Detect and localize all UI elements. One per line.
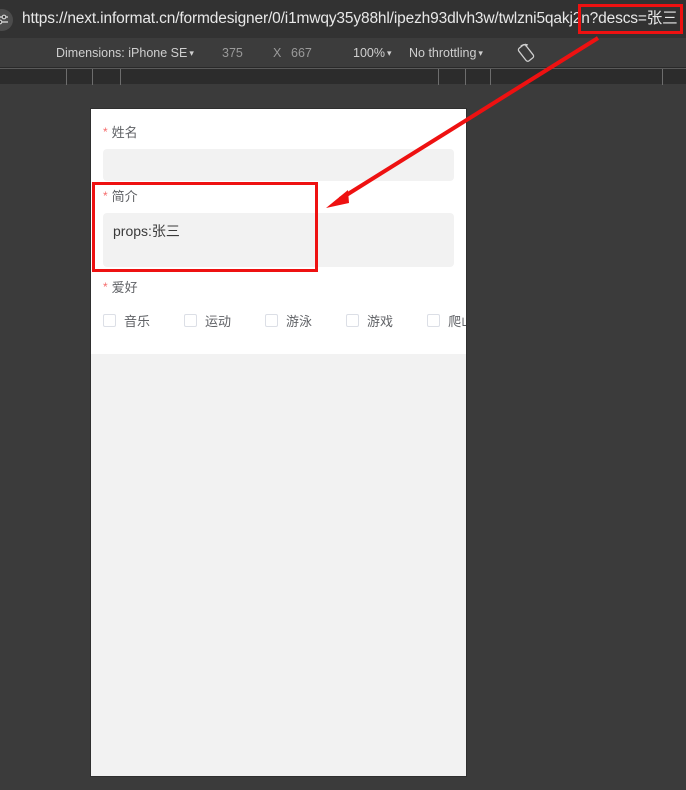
zoom-select[interactable]: 100% ▾ (353, 38, 392, 68)
device-emulation-toolbar: Dimensions: iPhone SE ▾ 375 X 667 100% ▾ N… (0, 38, 686, 68)
dimension-separator: X (273, 46, 282, 60)
zoom-value: 100% (353, 46, 385, 60)
checkbox-label: 运动 (205, 314, 232, 329)
checkbox-label: 音乐 (124, 314, 151, 329)
chevron-down-icon: ▾ (189, 48, 194, 58)
screenshot-root: https://next.informat.cn/formdesigner/0/… (0, 0, 686, 790)
required-asterisk: * (103, 280, 108, 294)
device-viewport: *姓名 *简介 *爱好 音乐 (91, 109, 466, 776)
checkbox-item-games[interactable]: 游戏 (346, 311, 393, 330)
form-field-name: * 姓名 (103, 119, 454, 181)
checkbox-label: 游戏 (367, 314, 394, 329)
url-text[interactable]: https://next.informat.cn/formdesigner/0/… (22, 0, 678, 38)
field-label-text: 姓名 (111, 125, 138, 140)
page-settings-icon[interactable] (0, 9, 13, 31)
ruler-tick (120, 69, 121, 85)
checkbox-box-icon[interactable] (427, 314, 441, 327)
rotate-device-icon[interactable] (515, 42, 537, 64)
form-field-hobby: * 爱好 音乐 运动 游泳 游戏 爬 (103, 274, 466, 340)
checkbox-item-hiking[interactable]: 爬山 (427, 311, 466, 330)
ruler-tick (662, 69, 663, 85)
name-input[interactable] (103, 149, 454, 181)
form-panel: *姓名 *简介 *爱好 音乐 (91, 109, 466, 354)
checkbox-label: 爬山 (448, 314, 466, 329)
ruler-tick (92, 69, 93, 85)
checkbox-box-icon[interactable] (346, 314, 360, 327)
required-asterisk: * (103, 125, 108, 139)
throttling-select[interactable]: No throttling ▾ (409, 38, 483, 68)
checkbox-item-swimming[interactable]: 游泳 (265, 311, 312, 330)
checkbox-box-icon[interactable] (184, 314, 198, 327)
form-field-desc: * 简介 (103, 183, 454, 272)
device-dimensions-label: Dimensions: iPhone SE (56, 46, 188, 60)
required-asterisk: * (103, 189, 108, 203)
checkbox-box-icon[interactable] (103, 314, 116, 327)
ruler-tick (490, 69, 491, 85)
field-label-name: * 姓名 (103, 119, 454, 149)
ruler-tick (66, 69, 67, 85)
checkbox-item-music[interactable]: 音乐 (103, 311, 150, 330)
checkbox-box-icon[interactable] (265, 314, 279, 327)
ruler-tick (438, 69, 439, 85)
checkbox-item-sports[interactable]: 运动 (184, 311, 231, 330)
chevron-down-icon: ▾ (478, 48, 483, 58)
device-width-input[interactable]: 375 (222, 38, 243, 68)
throttling-value: No throttling (409, 46, 477, 60)
device-dimensions-select[interactable]: Dimensions: iPhone SE ▾ (56, 38, 194, 68)
field-label-desc: * 简介 (103, 183, 454, 213)
field-label-text: 简介 (111, 189, 138, 204)
ruler-tick (465, 69, 466, 85)
browser-url-bar[interactable]: https://next.informat.cn/formdesigner/0/… (0, 0, 686, 38)
desc-textarea[interactable] (103, 213, 454, 267)
field-label-hobby: * 爱好 (103, 274, 454, 304)
device-height-input[interactable]: 667 (291, 38, 312, 68)
hobby-checkbox-group: 音乐 运动 游泳 游戏 爬 (103, 304, 466, 340)
field-label-text: 爱好 (111, 280, 138, 295)
device-ruler (0, 68, 686, 85)
chevron-down-icon: ▾ (386, 48, 392, 58)
checkbox-label: 游泳 (286, 314, 313, 329)
